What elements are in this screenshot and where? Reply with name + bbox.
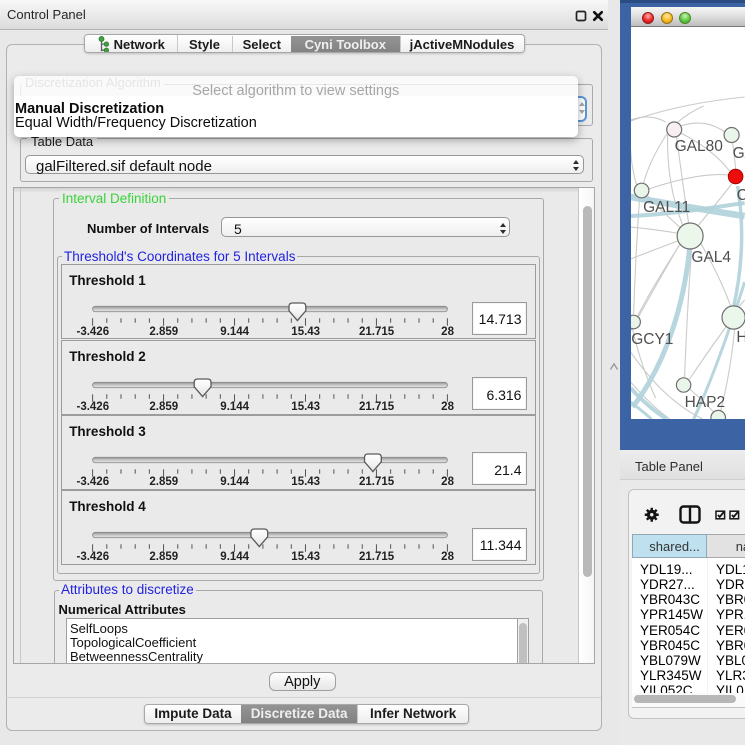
svg-text:H: H — [737, 329, 745, 346]
svg-text:HAP2: HAP2 — [685, 394, 726, 411]
svg-text:GAL11: GAL11 — [643, 199, 690, 216]
svg-text:C: C — [737, 187, 745, 204]
svg-text:GAL4: GAL4 — [692, 249, 732, 266]
svg-text:GCY1: GCY1 — [632, 331, 674, 348]
svg-text:GAL80: GAL80 — [675, 138, 724, 155]
svg-text:GA: GA — [733, 145, 745, 162]
